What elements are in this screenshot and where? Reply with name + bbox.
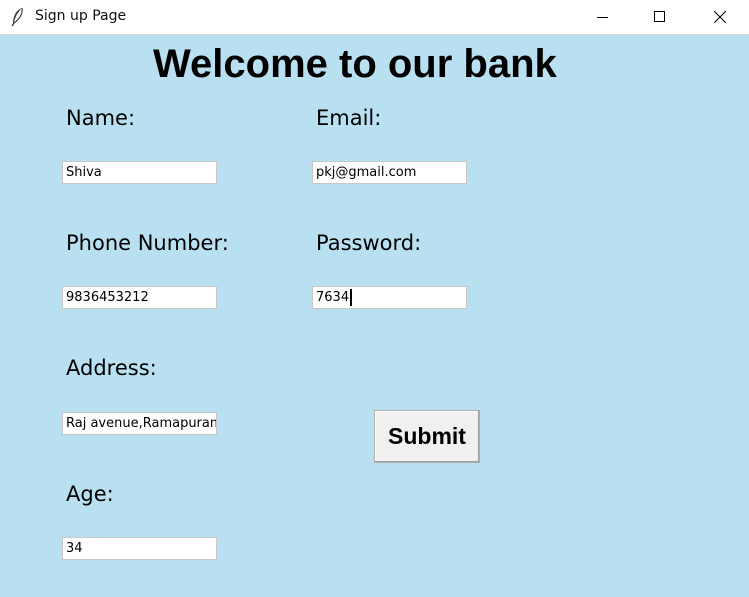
password-label: Password: [316, 231, 422, 255]
window-title: Sign up Page [35, 8, 127, 24]
name-label: Name: [66, 106, 136, 130]
maximize-button[interactable] [637, 0, 683, 34]
page-title: Welcome to our bank [153, 42, 557, 86]
submit-button[interactable]: Submit [374, 410, 480, 463]
password-value: 7634 [316, 290, 350, 305]
age-field[interactable]: 34 [62, 537, 217, 560]
phone-field[interactable]: 9836453212 [62, 286, 217, 309]
title-bar: Sign up Page [0, 0, 749, 35]
phone-label: Phone Number: [66, 231, 229, 255]
email-label: Email: [316, 106, 382, 130]
minimize-icon [597, 17, 608, 18]
email-field[interactable]: pkj@gmail.com [312, 161, 467, 184]
address-field[interactable]: Raj avenue,Ramapuram [62, 412, 217, 435]
close-icon [714, 11, 726, 23]
maximize-icon [654, 11, 665, 22]
name-field[interactable]: Shiva [62, 161, 217, 184]
close-button[interactable] [697, 0, 743, 34]
signup-form: Welcome to our bank Name: Email: Shiva p… [0, 36, 749, 597]
text-cursor [350, 289, 353, 306]
age-label: Age: [66, 482, 114, 506]
minimize-button[interactable] [580, 0, 626, 34]
password-field[interactable]: 7634 [312, 286, 467, 309]
address-label: Address: [66, 356, 157, 380]
feather-icon [10, 7, 26, 27]
